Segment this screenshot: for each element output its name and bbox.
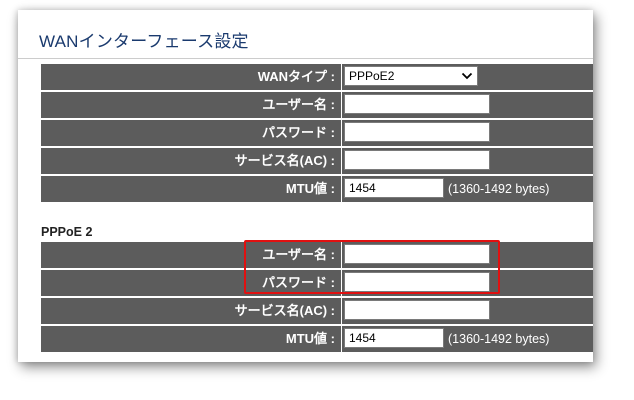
- pppoe2-mtu-label: MTU値 :: [41, 326, 342, 352]
- username-row: ユーザー名 :: [41, 92, 593, 119]
- service-name-row: サービス名(AC) :: [41, 148, 593, 175]
- service-name-input[interactable]: [344, 150, 490, 170]
- pppoe2-service-name-input[interactable]: [344, 300, 490, 320]
- title-bar: WANインターフェース設定: [18, 10, 593, 59]
- wan-type-row: WANタイプ : PPPoE2: [41, 64, 593, 91]
- mtu-row: MTU値 : 1454 (1360-1492 bytes): [41, 176, 593, 203]
- wan-type-value: PPPoE2: [349, 69, 395, 83]
- page-title: WANインターフェース設定: [39, 32, 249, 51]
- pppoe2-username-input[interactable]: [344, 244, 490, 264]
- mtu-range-hint: (1360-1492 bytes): [448, 182, 550, 196]
- pppoe2-username-row: ユーザー名 :: [41, 242, 593, 269]
- pppoe2-mtu-row: MTU値 : 1454 (1360-1492 bytes): [41, 326, 593, 353]
- password-input[interactable]: [344, 122, 490, 142]
- mtu-label: MTU値 :: [41, 176, 342, 202]
- pppoe2-service-name-label: サービス名(AC) :: [41, 298, 342, 324]
- pppoe2-mtu-range-hint: (1360-1492 bytes): [448, 332, 550, 346]
- wan-type-cell: PPPoE2: [342, 64, 593, 90]
- pppoe2-password-row: パスワード :: [41, 270, 593, 297]
- wan-type-select[interactable]: PPPoE2: [344, 66, 478, 86]
- pppoe2-username-label: ユーザー名 :: [41, 242, 342, 268]
- username-input[interactable]: [344, 94, 490, 114]
- service-name-label: サービス名(AC) :: [41, 148, 342, 174]
- password-label: パスワード :: [41, 120, 342, 146]
- username-label: ユーザー名 :: [41, 92, 342, 118]
- chevron-down-icon: [461, 72, 473, 80]
- pppoe2-heading: PPPoE 2: [41, 225, 93, 239]
- wan-settings-panel: WANインターフェース設定 WANタイプ : PPPoE2 ユーザー名 : パス…: [18, 10, 593, 362]
- mtu-input[interactable]: 1454: [344, 178, 444, 198]
- pppoe2-service-name-row: サービス名(AC) :: [41, 298, 593, 325]
- pppoe2-mtu-input[interactable]: 1454: [344, 328, 444, 348]
- pppoe2-password-label: パスワード :: [41, 270, 342, 296]
- wan-type-label: WANタイプ :: [41, 64, 342, 90]
- pppoe2-password-input[interactable]: [344, 272, 490, 292]
- password-row: パスワード :: [41, 120, 593, 147]
